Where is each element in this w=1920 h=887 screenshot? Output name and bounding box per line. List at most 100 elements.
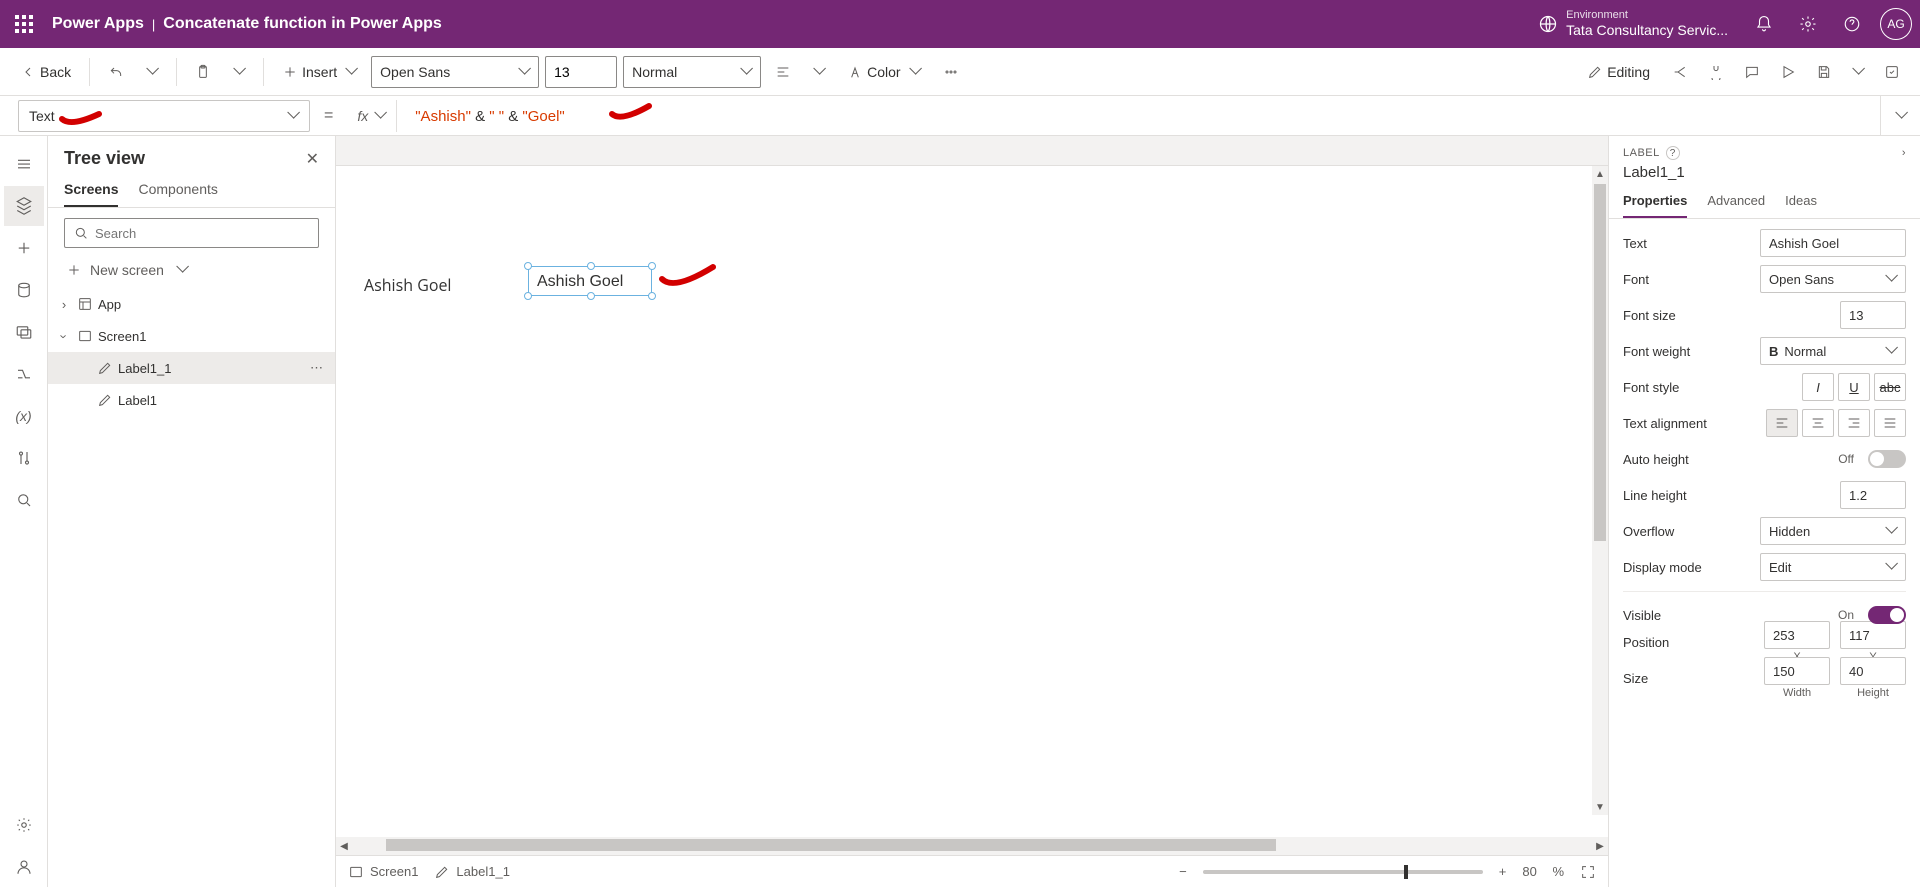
italic-button[interactable]: I: [1802, 373, 1834, 401]
save-dropdown[interactable]: [1844, 56, 1872, 88]
rail-tools-icon[interactable]: [4, 438, 44, 478]
tree-item-screen1[interactable]: › Screen1: [48, 320, 335, 352]
formula-expand-button[interactable]: [1880, 96, 1920, 136]
font-weight-value: Normal: [632, 64, 677, 80]
panel-collapse-icon[interactable]: ›: [1902, 147, 1906, 159]
prop-x-input[interactable]: 253: [1764, 621, 1830, 649]
prop-font-select[interactable]: Open Sans: [1760, 265, 1906, 293]
scroll-up-arrow[interactable]: ▲: [1592, 166, 1608, 182]
rail-treeview-icon[interactable]: [4, 186, 44, 226]
undo-dropdown[interactable]: [138, 56, 166, 88]
notifications-button[interactable]: [1744, 4, 1784, 44]
scroll-left-arrow[interactable]: ◀: [336, 837, 352, 855]
tree-item-app[interactable]: › App: [48, 288, 335, 320]
rail-variables-icon[interactable]: (x): [4, 396, 44, 436]
prop-displaymode-select[interactable]: Edit: [1760, 553, 1906, 581]
canvas-control-label1[interactable]: Ashish Goel: [364, 274, 451, 296]
tab-components[interactable]: Components: [138, 181, 217, 207]
tab-screens[interactable]: Screens: [64, 181, 118, 207]
app-launcher-icon[interactable]: [8, 8, 40, 40]
prop-lineheight-input[interactable]: 1.2: [1840, 481, 1906, 509]
underline-button[interactable]: U: [1838, 373, 1870, 401]
font-size-input[interactable]: [545, 56, 617, 88]
product-name[interactable]: Power Apps: [52, 15, 144, 33]
align-right-button[interactable]: [1838, 409, 1870, 437]
tree-item-more-icon[interactable]: ⋯: [310, 360, 323, 376]
zoom-slider[interactable]: [1203, 870, 1483, 874]
status-screen[interactable]: Screen1: [348, 864, 418, 880]
canvas-control-label1-1[interactable]: Ashish Goel: [528, 266, 652, 296]
prop-text-input[interactable]: Ashish Goel: [1760, 229, 1906, 257]
tab-ideas[interactable]: Ideas: [1785, 193, 1817, 218]
publish-button[interactable]: [1876, 56, 1908, 88]
tree-item-label1-1[interactable]: Label1_1 ⋯: [48, 352, 335, 384]
rail-insert-icon[interactable]: [4, 228, 44, 268]
canvas-viewport[interactable]: Ashish Goel Ashish Goel ▲ ▼: [336, 166, 1608, 837]
formula-token-string: "Ashish": [415, 108, 471, 125]
vertical-scrollbar[interactable]: ▲ ▼: [1592, 166, 1608, 815]
tab-properties[interactable]: Properties: [1623, 193, 1687, 218]
tree-item-label1[interactable]: Label1: [48, 384, 335, 416]
status-control[interactable]: Label1_1: [434, 864, 510, 880]
scroll-right-arrow[interactable]: ▶: [1592, 837, 1608, 855]
font-weight-dropdown[interactable]: Normal: [623, 56, 761, 88]
horizontal-scrollbar[interactable]: ◀ ▶: [336, 837, 1608, 855]
rail-settings-icon[interactable]: [4, 805, 44, 845]
rail-flows-icon[interactable]: [4, 354, 44, 394]
annotation-checkmark-icon: [658, 261, 718, 298]
align-left-button[interactable]: [1766, 409, 1798, 437]
rail-data-icon[interactable]: [4, 270, 44, 310]
new-screen-button[interactable]: New screen: [64, 258, 319, 282]
font-family-dropdown[interactable]: Open Sans: [371, 56, 539, 88]
prop-y-input[interactable]: 117: [1840, 621, 1906, 649]
strikethrough-button[interactable]: abc: [1874, 373, 1906, 401]
save-button[interactable]: [1808, 56, 1840, 88]
editing-mode-button[interactable]: Editing: [1579, 56, 1658, 88]
prop-width-input[interactable]: 150: [1764, 657, 1830, 685]
scroll-down-arrow[interactable]: ▼: [1592, 799, 1608, 815]
tab-advanced[interactable]: Advanced: [1707, 193, 1765, 218]
share-button[interactable]: [1664, 56, 1696, 88]
prop-overflow-select[interactable]: Hidden: [1760, 517, 1906, 545]
tree-search[interactable]: [64, 218, 319, 248]
user-avatar[interactable]: AG: [1880, 8, 1912, 40]
comments-button[interactable]: [1736, 56, 1768, 88]
rail-virtualagent-icon[interactable]: [4, 847, 44, 887]
zoom-in-button[interactable]: +: [1499, 864, 1507, 879]
help-button[interactable]: [1832, 4, 1872, 44]
more-options-button[interactable]: [935, 56, 967, 88]
preview-button[interactable]: [1772, 56, 1804, 88]
undo-button[interactable]: [100, 56, 132, 88]
align-justify-button[interactable]: [1874, 409, 1906, 437]
align-button[interactable]: [767, 56, 799, 88]
rail-search-icon[interactable]: [4, 480, 44, 520]
color-button[interactable]: Color: [839, 56, 928, 88]
property-selector[interactable]: Text: [18, 100, 310, 132]
prop-fontsize-input[interactable]: 13: [1840, 301, 1906, 329]
tree-search-input[interactable]: [95, 226, 310, 241]
autoheight-toggle[interactable]: [1868, 450, 1906, 468]
prop-height-input[interactable]: 40: [1840, 657, 1906, 685]
visible-toggle[interactable]: [1868, 606, 1906, 624]
fit-to-screen-button[interactable]: [1580, 864, 1596, 880]
rail-hamburger-icon[interactable]: [4, 144, 44, 184]
back-label: Back: [40, 64, 71, 80]
rail-media-icon[interactable]: [4, 312, 44, 352]
app-checker-button[interactable]: [1700, 56, 1732, 88]
fx-label[interactable]: fx: [347, 100, 397, 132]
align-dropdown[interactable]: [805, 56, 833, 88]
paste-dropdown[interactable]: [225, 56, 253, 88]
info-icon[interactable]: ?: [1666, 146, 1680, 160]
insert-button[interactable]: Insert: [274, 56, 365, 88]
align-center-button[interactable]: [1802, 409, 1834, 437]
prop-fontweight-select[interactable]: BNormal: [1760, 337, 1906, 365]
control-name[interactable]: Label1_1: [1623, 164, 1906, 181]
back-button[interactable]: Back: [12, 56, 79, 88]
zoom-out-button[interactable]: −: [1179, 864, 1187, 879]
settings-button[interactable]: [1788, 4, 1828, 44]
tree-close-button[interactable]: ✕: [306, 149, 319, 169]
paste-button[interactable]: [187, 56, 219, 88]
formula-input[interactable]: "Ashish" & " " & "Goel": [405, 107, 565, 125]
environment-picker[interactable]: Environment Tata Consultancy Servic...: [1538, 9, 1728, 39]
zoom-value[interactable]: 80 %: [1522, 864, 1564, 879]
